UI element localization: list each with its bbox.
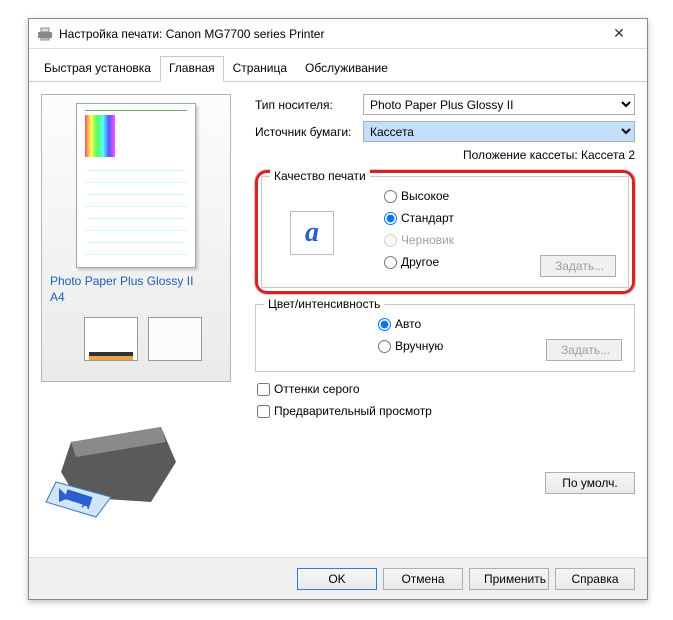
grayscale-label: Оттенки серого	[274, 382, 360, 396]
tab-main[interactable]: Главная	[160, 56, 224, 82]
help-button[interactable]: Справка	[555, 568, 635, 590]
ok-button[interactable]: OK	[297, 568, 377, 590]
left-pane: Photo Paper Plus Glossy II A4 A	[41, 94, 241, 525]
radio-high[interactable]: Высокое	[384, 187, 616, 205]
printer-illustration: A	[41, 402, 191, 522]
radio-auto[interactable]: Авто	[378, 315, 622, 333]
content-area: Photo Paper Plus Glossy II A4 A Тип носи…	[29, 82, 647, 592]
radio-draft-label: Черновик	[401, 233, 454, 247]
paper-source-label: Источник бумаги:	[255, 125, 363, 139]
preview-box: Photo Paper Plus Glossy II A4	[41, 94, 231, 382]
radio-auto-label: Авто	[395, 317, 421, 331]
cancel-button[interactable]: Отмена	[383, 568, 463, 590]
quality-set-button: Задать...	[540, 255, 616, 277]
tab-service[interactable]: Обслуживание	[296, 56, 397, 82]
radio-other-label: Другое	[401, 255, 439, 269]
titlebar: Настройка печати: Canon MG7700 series Pr…	[29, 19, 647, 49]
cassette-position-label: Положение кассеты: Кассета 2	[255, 148, 635, 162]
tray-preview-2[interactable]	[148, 317, 202, 361]
defaults-button[interactable]: По умолч.	[545, 472, 635, 494]
quality-highlight: Качество печати a Высокое Стандарт Черно…	[255, 170, 635, 294]
grayscale-checkbox[interactable]: Оттенки серого	[257, 382, 635, 396]
media-type-select[interactable]: Photo Paper Plus Glossy II	[363, 94, 635, 115]
tab-page[interactable]: Страница	[224, 56, 296, 82]
color-set-button: Задать...	[546, 339, 622, 361]
window-title: Настройка печати: Canon MG7700 series Pr…	[59, 27, 599, 41]
media-type-label: Тип носителя:	[255, 98, 363, 112]
paper-info-label: Photo Paper Plus Glossy II A4	[42, 268, 230, 311]
paper-preview	[76, 103, 196, 268]
radio-manual-label: Вручную	[395, 339, 443, 353]
apply-button[interactable]: Применить	[469, 568, 549, 590]
right-pane: Тип носителя: Photo Paper Plus Glossy II…	[255, 94, 635, 494]
print-settings-window: Настройка печати: Canon MG7700 series Pr…	[28, 18, 648, 600]
tab-quick-setup[interactable]: Быстрая установка	[35, 56, 160, 82]
radio-draft: Черновик	[384, 231, 616, 249]
quality-icon: a	[290, 211, 334, 255]
radio-standard-label: Стандарт	[401, 211, 454, 225]
printer-icon	[37, 27, 53, 41]
radio-standard[interactable]: Стандарт	[384, 209, 616, 227]
tray-preview-1[interactable]	[84, 317, 138, 361]
paper-source-select[interactable]: Кассета	[363, 121, 635, 142]
close-button[interactable]: ✕	[599, 25, 639, 42]
preview-checkbox[interactable]: Предварительный просмотр	[257, 404, 635, 418]
color-fieldset: Цвет/интенсивность Авто Вручную Задать..…	[255, 304, 635, 372]
color-legend: Цвет/интенсивность	[264, 297, 384, 311]
radio-high-label: Высокое	[401, 189, 449, 203]
quality-legend: Качество печати	[270, 169, 370, 183]
quality-fieldset: Качество печати a Высокое Стандарт Черно…	[261, 176, 629, 288]
tabstrip: Быстрая установка Главная Страница Обслу…	[29, 49, 647, 82]
footer: OK Отмена Применить Справка	[29, 557, 647, 599]
preview-label: Предварительный просмотр	[274, 404, 432, 418]
tray-previews	[70, 317, 202, 361]
